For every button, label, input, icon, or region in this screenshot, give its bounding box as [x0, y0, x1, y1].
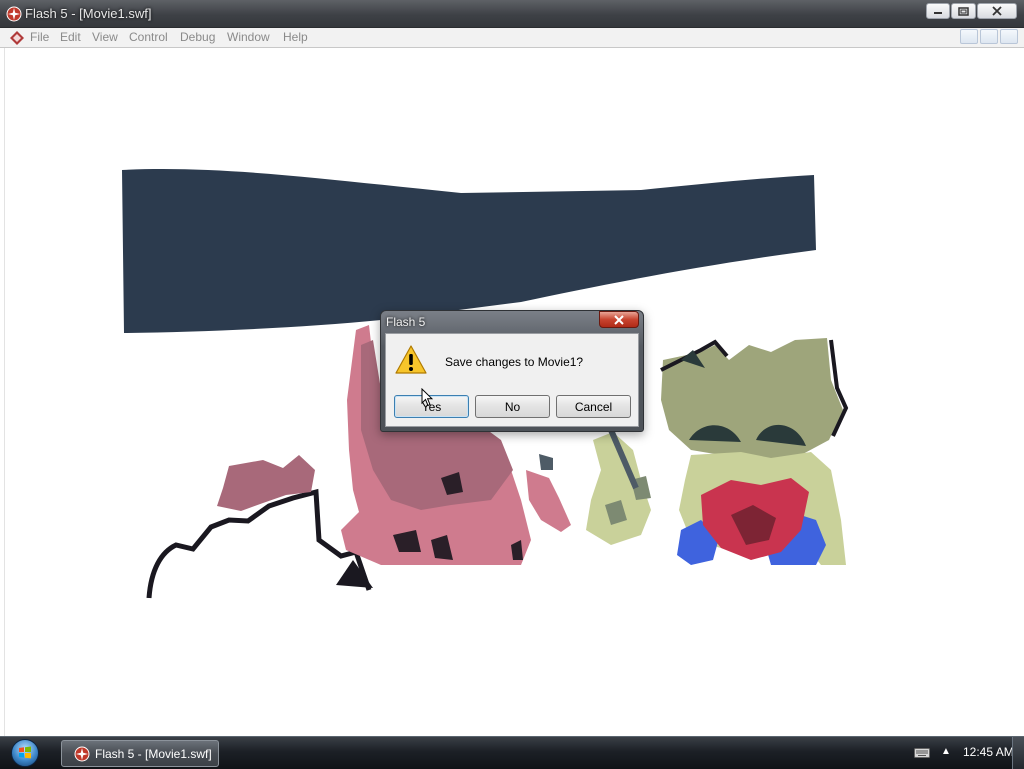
no-button[interactable]: No: [475, 395, 550, 418]
taskbar-button-flash[interactable]: Flash 5 - [Movie1.swf]: [61, 740, 219, 767]
dark-banner: [122, 169, 816, 333]
start-button[interactable]: [4, 738, 46, 768]
mouse-cursor-icon: [421, 388, 433, 407]
dialog-body: Save changes to Movie1? Yes No Cancel: [385, 333, 639, 427]
dialog-close-button[interactable]: [599, 311, 639, 328]
taskbar: Flash 5 - [Movie1.swf] ▲ 12:45 AM: [0, 736, 1024, 769]
black-outline-shape: [146, 488, 372, 599]
show-desktop-button[interactable]: [1012, 737, 1024, 769]
taskbar-button-label: Flash 5 - [Movie1.swf]: [95, 747, 212, 761]
dialog-title: Flash 5: [386, 315, 426, 329]
cancel-button[interactable]: Cancel: [556, 395, 631, 418]
flash-player-icon: [74, 746, 90, 762]
warning-icon: [395, 345, 427, 374]
taskbar-clock[interactable]: 12:45 AM: [963, 745, 1014, 759]
slate-knob: [539, 454, 553, 470]
close-icon: [614, 314, 624, 325]
windows-logo-icon: [11, 739, 39, 767]
black-foot: [336, 560, 373, 588]
pink-character-arm: [526, 470, 571, 532]
save-changes-dialog: Flash 5 Save changes to Movie1? Yes No C…: [380, 310, 644, 432]
mauve-blob: [217, 455, 315, 511]
show-hidden-icons-icon[interactable]: ▲: [941, 746, 951, 757]
dialog-message: Save changes to Movie1?: [445, 355, 584, 369]
keyboard-icon[interactable]: [914, 747, 930, 759]
